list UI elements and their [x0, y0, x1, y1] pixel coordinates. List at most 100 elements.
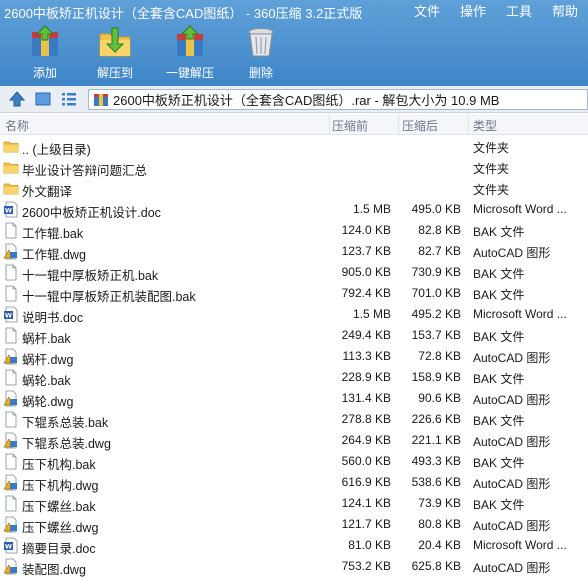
folder-icon	[3, 183, 19, 195]
file-row[interactable]: 十一辊中厚板矫正机装配图.bak 792.4 KB 701.0 KB BAK 文件	[0, 283, 588, 304]
file-compressed-size: 616.9 KB	[341, 475, 391, 489]
menu-help[interactable]: 帮助	[542, 1, 588, 20]
column-uncompressed[interactable]: 压缩后	[402, 117, 438, 134]
file-compressed-size: 123.7 KB	[341, 244, 391, 258]
file-compressed-size: 249.4 KB	[341, 328, 391, 342]
file-row[interactable]: 毕业设计答辩问题汇总 文件夹	[0, 157, 588, 178]
file-name: 压下螺丝.dwg	[22, 521, 99, 535]
file-row[interactable]: 工作辊.dwg 123.7 KB 82.7 KB AutoCAD 图形	[0, 241, 588, 262]
trash-icon	[248, 28, 274, 57]
file-row[interactable]: 蜗杆.dwg 113.3 KB 72.8 KB AutoCAD 图形	[0, 346, 588, 367]
file-compressed-size: 113.3 KB	[342, 349, 391, 363]
menu-operate[interactable]: 操作	[450, 1, 496, 20]
file-compressed-size: 124.1 KB	[341, 496, 391, 510]
word-document-icon: W	[4, 201, 18, 218]
file-row[interactable]: 蜗轮.dwg 131.4 KB 90.6 KB AutoCAD 图形	[0, 388, 588, 409]
file-row[interactable]: .. (上级目录) 文件夹	[0, 136, 588, 157]
delete-button[interactable]: 删除	[226, 24, 296, 84]
extract-to-button[interactable]: 解压到	[80, 24, 150, 84]
file-type: BAK 文件	[473, 372, 525, 386]
file-compressed-size: 131.4 KB	[341, 391, 391, 405]
file-row[interactable]: 工作辊.bak 124.0 KB 82.8 KB BAK 文件	[0, 220, 588, 241]
file-name: 外文翻译	[22, 185, 73, 199]
file-uncompressed-size: 82.7 KB	[418, 244, 461, 258]
file-type: BAK 文件	[473, 225, 525, 239]
file-uncompressed-size: 495.0 KB	[411, 202, 461, 216]
file-row[interactable]: W 摘要目录.doc 81.0 KB 20.4 KB Microsoft Word ..…	[0, 535, 588, 556]
autocad-file-icon	[3, 558, 17, 575]
path-field[interactable]: 2600中板矫正机设计（全套含CAD图纸）.rar - 解包大小为 10.9 M…	[88, 89, 588, 110]
file-name: 装配图.dwg	[22, 563, 86, 577]
file-row[interactable]: 下辊系总装.dwg 264.9 KB 221.1 KB AutoCAD 图形	[0, 430, 588, 451]
column-type[interactable]: 类型	[473, 117, 497, 134]
extract-to-label: 解压到	[96, 66, 133, 80]
file-uncompressed-size: 72.8 KB	[418, 349, 461, 363]
archive-path-text: 2600中板矫正机设计（全套含CAD图纸）.rar - 解包大小为 10.9 M…	[113, 93, 500, 108]
address-bar: 2600中板矫正机设计（全套含CAD图纸）.rar - 解包大小为 10.9 M…	[0, 86, 588, 113]
title-toolbar-area: 2600中板矫正机设计（全套含CAD图纸） - 360压缩 3.2正式版 文件 …	[0, 0, 588, 86]
up-arrow-icon[interactable]	[8, 90, 26, 108]
blank-file-icon	[5, 369, 17, 386]
file-type: BAK 文件	[473, 456, 525, 470]
file-uncompressed-size: 158.9 KB	[411, 370, 461, 384]
file-name: 十一辊中厚板矫正机装配图.bak	[22, 290, 196, 304]
autocad-file-icon	[3, 390, 17, 407]
file-uncompressed-size: 538.6 KB	[411, 475, 461, 489]
file-row[interactable]: W 2600中板矫正机设计.doc 1.5 MB 495.0 KB Microsoft …	[0, 199, 588, 220]
file-row[interactable]: 装配图.dwg 753.2 KB 625.8 KB AutoCAD 图形	[0, 556, 588, 577]
file-uncompressed-size: 625.8 KB	[411, 559, 461, 573]
file-row[interactable]: 压下机构.bak 560.0 KB 493.3 KB BAK 文件	[0, 451, 588, 472]
delete-label: 删除	[248, 66, 273, 80]
column-compressed[interactable]: 压缩前	[332, 117, 368, 134]
file-name: 蜗杆.dwg	[22, 353, 74, 367]
file-type: BAK 文件	[473, 414, 525, 428]
file-type: AutoCAD 图形	[473, 393, 551, 407]
svg-text:W: W	[5, 543, 12, 551]
file-name: 2600中板矫正机设计.doc	[22, 206, 161, 220]
file-name: 压下机构.dwg	[22, 479, 99, 493]
file-row[interactable]: 蜗杆.bak 249.4 KB 153.7 KB BAK 文件	[0, 325, 588, 346]
blank-file-icon	[5, 264, 17, 281]
file-row[interactable]: 外文翻译 文件夹	[0, 178, 588, 199]
folder-icon	[3, 141, 19, 153]
one-click-extract-button[interactable]: 一键解压	[154, 24, 226, 84]
menu-file[interactable]: 文件	[404, 1, 450, 20]
file-row[interactable]: 压下机构.dwg 616.9 KB 538.6 KB AutoCAD 图形	[0, 472, 588, 493]
file-compressed-size: 1.5 MB	[352, 307, 391, 321]
file-type: BAK 文件	[473, 267, 525, 281]
file-type: Microsoft Word ...	[473, 307, 567, 321]
file-row[interactable]: 蜗轮.bak 228.9 KB 158.9 KB BAK 文件	[0, 367, 588, 388]
file-row[interactable]: 压下螺丝.bak 124.1 KB 73.9 KB BAK 文件	[0, 493, 588, 514]
file-type: 文件夹	[473, 141, 510, 155]
file-name: 下辊系总装.dwg	[22, 437, 111, 451]
file-row[interactable]: 压下螺丝.dwg 121.7 KB 80.8 KB AutoCAD 图形	[0, 514, 588, 535]
file-row[interactable]: 下辊系总装.bak 278.8 KB 226.6 KB BAK 文件	[0, 409, 588, 430]
file-name: 压下机构.bak	[22, 458, 96, 472]
blank-file-icon	[5, 453, 17, 470]
file-type: AutoCAD 图形	[473, 477, 551, 491]
file-uncompressed-size: 226.6 KB	[411, 412, 461, 426]
file-name: 蜗轮.dwg	[22, 395, 74, 409]
file-type: BAK 文件	[473, 330, 525, 344]
add-button[interactable]: 添加	[10, 24, 80, 84]
large-icon-view-icon[interactable]	[34, 90, 52, 108]
file-compressed-size: 124.0 KB	[341, 223, 391, 237]
file-compressed-size: 81.0 KB	[348, 538, 391, 552]
file-type: Microsoft Word ...	[473, 538, 567, 552]
archive-icon	[94, 93, 108, 106]
file-uncompressed-size: 73.9 KB	[418, 496, 461, 510]
file-compressed-size: 228.9 KB	[341, 370, 391, 384]
file-compressed-size: 792.4 KB	[341, 286, 391, 300]
autocad-file-icon	[3, 243, 17, 260]
add-label: 添加	[32, 66, 57, 80]
column-name[interactable]: 名称	[5, 117, 29, 134]
list-view-icon[interactable]	[60, 90, 78, 108]
file-type: 文件夹	[473, 162, 510, 176]
menu-tools[interactable]: 工具	[496, 1, 542, 20]
menu-bar: 文件 操作 工具 帮助	[404, 1, 588, 20]
file-name: 蜗杆.bak	[22, 332, 71, 346]
file-name: .. (上级目录)	[22, 143, 91, 157]
file-row[interactable]: W 说明书.doc 1.5 MB 495.2 KB Microsoft Word ...	[0, 304, 588, 325]
file-row[interactable]: 十一辊中厚板矫正机.bak 905.0 KB 730.9 KB BAK 文件	[0, 262, 588, 283]
file-name: 说明书.doc	[22, 311, 84, 325]
